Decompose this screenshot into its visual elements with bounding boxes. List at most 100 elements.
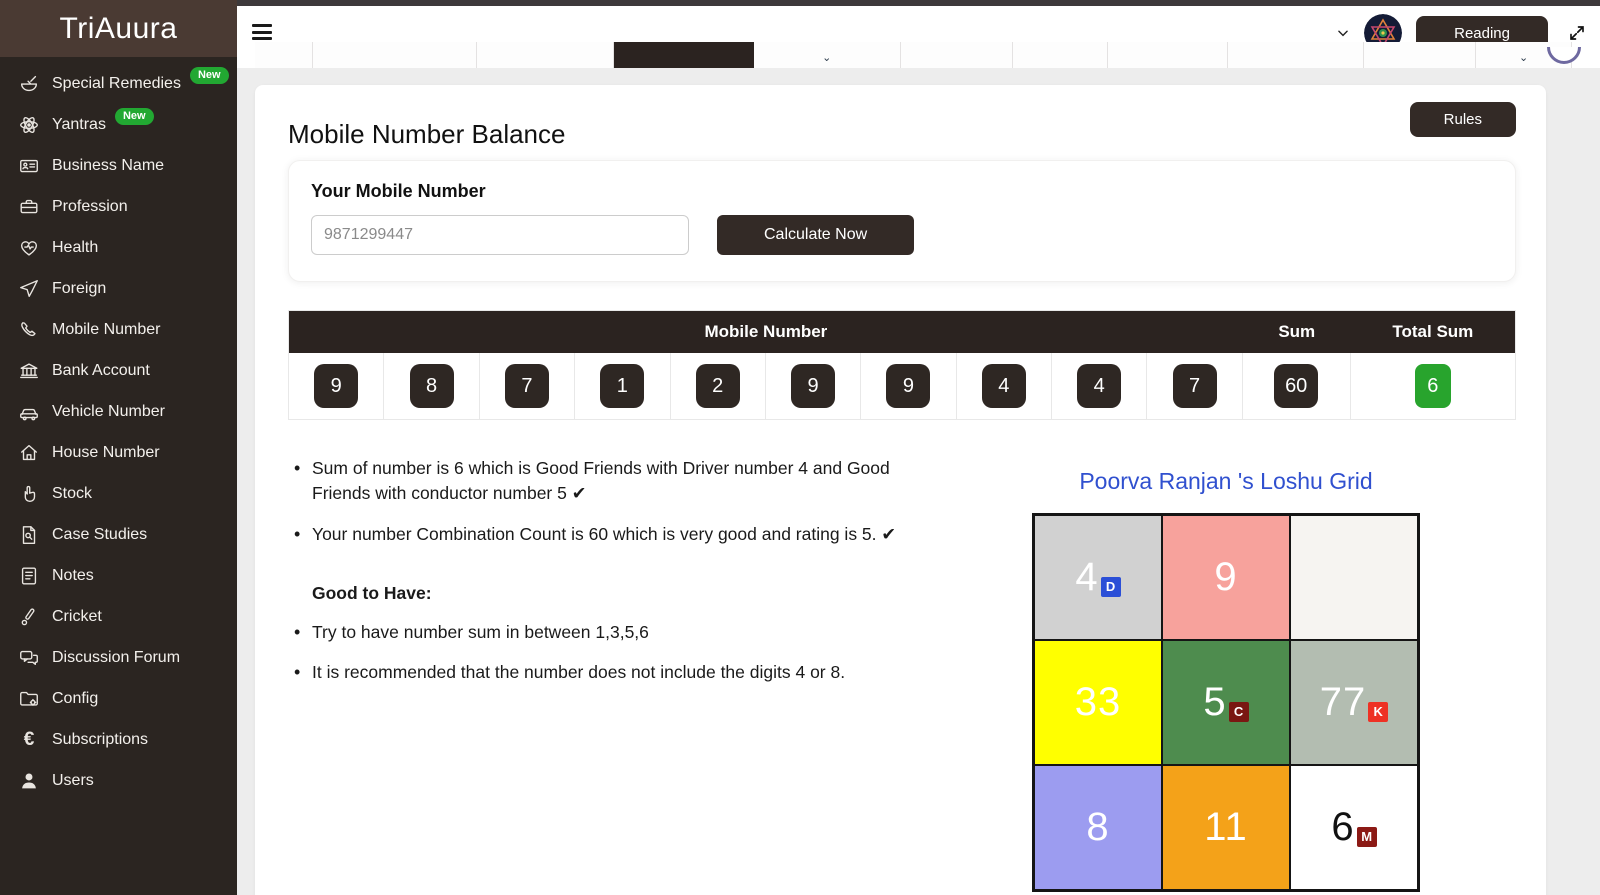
remedies-icon <box>17 72 41 96</box>
digit-cell: 9 <box>766 353 861 419</box>
sidebar-nav: Special RemediesNewYantrasNewBusiness Na… <box>0 57 237 801</box>
sidebar-item-config[interactable]: Config <box>0 678 237 719</box>
sidebar-item-label: Users <box>52 772 94 790</box>
tabs-scroll-right-button[interactable] <box>1544 47 1584 66</box>
calculate-now-button[interactable]: Calculate Now <box>717 215 914 255</box>
fullscreen-expand-icon[interactable] <box>1568 24 1586 42</box>
tab[interactable] <box>313 42 477 68</box>
tab-caret-icon: ⌄ <box>822 53 831 64</box>
sidebar-item-special-remedies[interactable]: Special Remedies New <box>0 63 237 104</box>
phone-icon <box>17 318 41 342</box>
forum-icon <box>17 646 41 670</box>
new-badge: New <box>190 67 229 84</box>
sidebar-item-label: Subscriptions <box>52 731 148 749</box>
sidebar-item-label: Bank Account <box>52 362 150 380</box>
loshu-number: 33 <box>1075 680 1122 725</box>
digit-cell: 7 <box>1147 353 1242 419</box>
loshu-cell: 6M <box>1290 765 1418 890</box>
mobile-number-form: Your Mobile Number Calculate Now <box>288 160 1516 282</box>
digit-cell: 1 <box>575 353 670 419</box>
sidebar-item-stock[interactable]: Stock <box>0 473 237 514</box>
digit-cell: 4 <box>957 353 1052 419</box>
sidebar-item-label: Special Remedies <box>52 75 181 93</box>
new-badge: New <box>115 108 154 125</box>
sidebar-item-notes[interactable]: Notes <box>0 555 237 596</box>
loshu-grid: 4D9335C77K8116M <box>1032 513 1420 892</box>
sidebar-item-house-number[interactable]: House Number <box>0 432 237 473</box>
sidebar-item-label: Notes <box>52 567 94 585</box>
loshu-letter-badge: C <box>1229 702 1249 722</box>
content-area: Mobile Number Balance Rules Your Mobile … <box>237 68 1600 895</box>
sidebar-item-label: Mobile Number <box>52 321 160 339</box>
sidebar-item-label: Stock <box>52 485 92 503</box>
chevron-down-icon[interactable] <box>1336 26 1350 40</box>
total-sum-cell: 6 <box>1351 353 1515 419</box>
digit-cell: 8 <box>384 353 479 419</box>
digit-cell: 7 <box>480 353 575 419</box>
mobile-number-input[interactable] <box>311 215 689 255</box>
tab[interactable] <box>1228 42 1365 68</box>
rules-button[interactable]: Rules <box>1410 102 1516 137</box>
sidebar-item-health[interactable]: Health <box>0 227 237 268</box>
loshu-number: 5 <box>1203 680 1226 725</box>
tab-active[interactable] <box>614 42 754 68</box>
case-studies-icon <box>17 523 41 547</box>
sidebar-item-profession[interactable]: Profession <box>0 186 237 227</box>
sidebar-item-label: Foreign <box>52 280 106 298</box>
user-icon <box>17 769 41 793</box>
loshu-letter-badge: K <box>1368 702 1388 722</box>
digit-table: Mobile Number Sum Total Sum 987129944760… <box>288 310 1516 420</box>
sidebar-item-label: Discussion Forum <box>52 649 180 667</box>
digit-table-row: 9871299447606 <box>289 353 1515 419</box>
sidebar-item-users[interactable]: Users <box>0 760 237 801</box>
sum-badge: 60 <box>1274 364 1318 408</box>
loshu-number: 9 <box>1214 555 1237 600</box>
analysis-bullet: Sum of number is 6 which is Good Friends… <box>288 456 936 506</box>
sidebar-item-label: Cricket <box>52 608 102 626</box>
recommendation-list: Try to have number sum in between 1,3,5,… <box>288 620 936 686</box>
sidebar-item-label: Case Studies <box>52 526 147 544</box>
digit-badge: 9 <box>791 364 835 408</box>
tab[interactable] <box>901 42 1014 68</box>
digit-cell: 9 <box>289 353 384 419</box>
notes-icon <box>17 564 41 588</box>
loshu-number: 8 <box>1086 805 1109 850</box>
digit-badge: 1 <box>600 364 644 408</box>
sidebar-item-business-name[interactable]: Business Name <box>0 145 237 186</box>
sidebar-item-subscriptions[interactable]: €Subscriptions <box>0 719 237 760</box>
sidebar-item-yantras[interactable]: YantrasNew <box>0 104 237 145</box>
sidebar-item-label: Health <box>52 239 98 257</box>
digit-badge: 4 <box>982 364 1026 408</box>
hamburger-menu-icon[interactable] <box>252 24 272 40</box>
loshu-cell: 4D <box>1034 515 1162 640</box>
sidebar-item-bank-account[interactable]: Bank Account <box>0 350 237 391</box>
loshu-cell: 9 <box>1162 515 1290 640</box>
sidebar-item-discussion-forum[interactable]: Discussion Forum <box>0 637 237 678</box>
main-area: Reading ⌄⌄ Mobile Number Balance Rules Y… <box>237 0 1600 895</box>
sidebar-item-label: Business Name <box>52 157 164 175</box>
briefcase-icon <box>17 195 41 219</box>
mobile-number-label: Your Mobile Number <box>311 181 1493 202</box>
analysis-text: Sum of number is 6 which is Good Friends… <box>288 456 936 892</box>
tab[interactable] <box>1364 42 1476 68</box>
topbar: Reading ⌄⌄ <box>237 6 1600 68</box>
tab[interactable] <box>477 42 615 68</box>
digit-badge: 9 <box>886 364 930 408</box>
sidebar-item-foreign[interactable]: Foreign <box>0 268 237 309</box>
sidebar-item-case-studies[interactable]: Case Studies <box>0 514 237 555</box>
car-icon <box>17 400 41 424</box>
loshu-cell: 77K <box>1290 640 1418 765</box>
tab[interactable] <box>1108 42 1228 68</box>
sidebar-item-mobile-number[interactable]: Mobile Number <box>0 309 237 350</box>
page-card: Mobile Number Balance Rules Your Mobile … <box>255 85 1546 895</box>
tab[interactable]: ⌄ <box>754 42 901 68</box>
sidebar-item-cricket[interactable]: Cricket <box>0 596 237 637</box>
tab[interactable] <box>255 42 313 68</box>
loshu-cell: 8 <box>1034 765 1162 890</box>
good-to-have-heading: Good to Have: <box>312 583 936 604</box>
sidebar-item-label: Profession <box>52 198 128 216</box>
loshu-grid-title: Poorva Ranjan 's Loshu Grid <box>1079 468 1372 495</box>
tab[interactable] <box>1013 42 1108 68</box>
digit-badge: 9 <box>314 364 358 408</box>
sidebar-item-vehicle-number[interactable]: Vehicle Number <box>0 391 237 432</box>
